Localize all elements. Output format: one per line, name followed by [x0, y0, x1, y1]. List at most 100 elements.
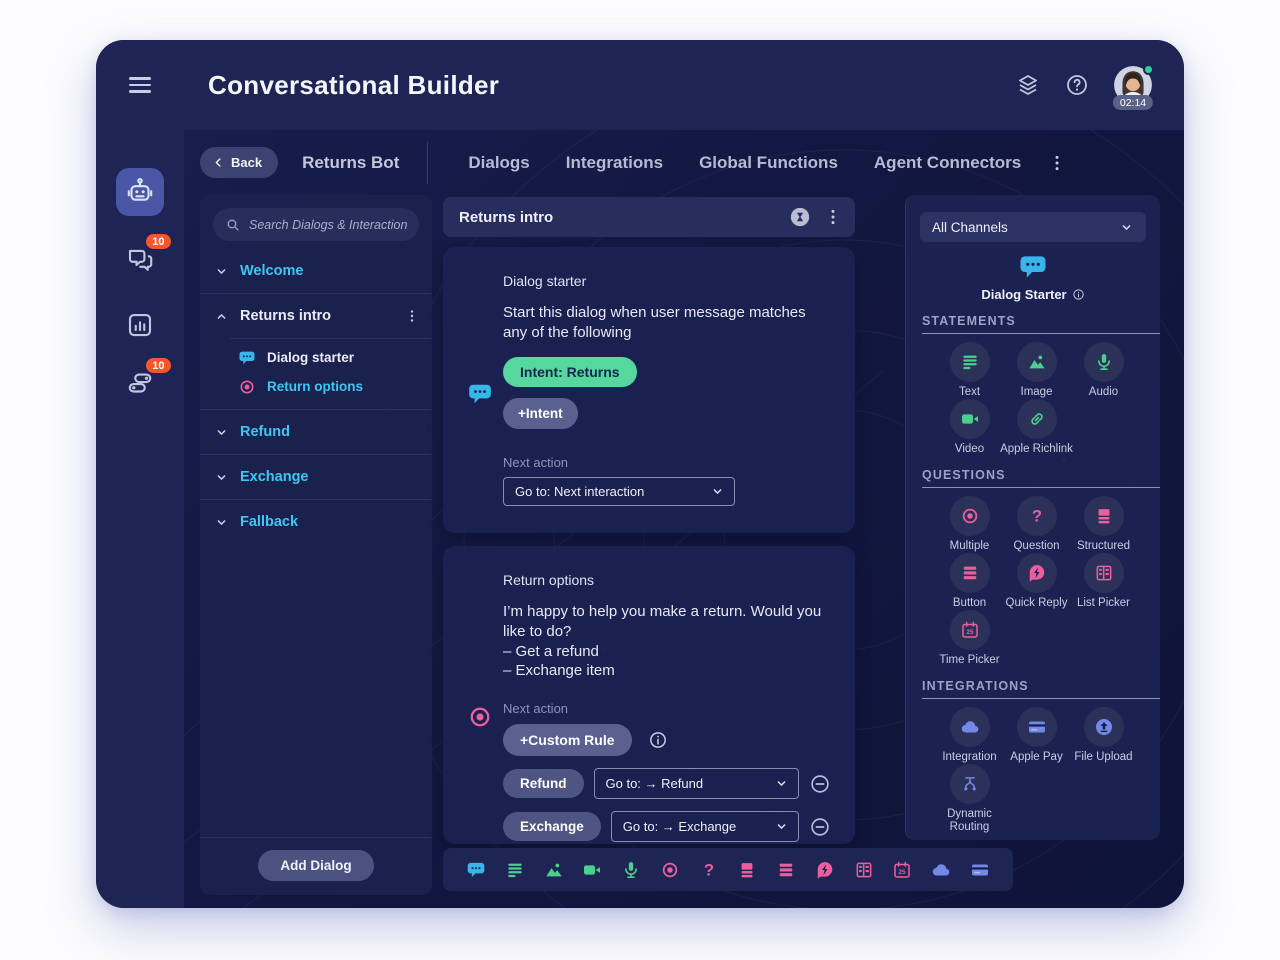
add-dialog-button[interactable]: Add Dialog [258, 850, 374, 881]
add-custom-rule-button[interactable]: +Custom Rule [503, 724, 632, 757]
rail-item-bot-builder[interactable] [116, 168, 164, 216]
next-action-select[interactable]: Go to: Next interaction [503, 476, 735, 506]
tree-item-returns-intro[interactable]: Returns intro [200, 294, 432, 338]
rail-item-analytics[interactable] [125, 310, 155, 340]
tree-label: Fallback [240, 514, 299, 530]
cloud-icon[interactable] [931, 860, 951, 880]
info-icon[interactable] [1072, 288, 1085, 301]
top-bar: Conversational Builder 02:14 [96, 40, 1184, 130]
multiple-choice-icon [467, 586, 493, 844]
tab-dialogs[interactable]: Dialogs [468, 153, 529, 173]
tab-integrations[interactable]: Integrations [566, 153, 663, 173]
card-icon [1027, 717, 1047, 737]
palette-item-dynamic-routing[interactable]: Dynamic Routing [936, 764, 1003, 833]
palette-item-audio[interactable]: Audio [1070, 342, 1137, 399]
question-icon[interactable]: ? [699, 860, 719, 880]
list-picker-icon [1094, 563, 1114, 583]
palette-item-apple-pay[interactable]: Apple Pay [1003, 707, 1070, 764]
palette-dialog-starter[interactable]: Dialog Starter [906, 252, 1160, 302]
intent-chip[interactable]: Intent: Returns [503, 356, 637, 387]
help-icon[interactable] [1065, 73, 1089, 97]
section-title-statements: STATEMENTS [922, 314, 1016, 328]
palette-item-list-picker[interactable]: List Picker [1070, 553, 1137, 610]
palette-item-question[interactable]: ? Question [1003, 496, 1070, 553]
tab-agent-connectors[interactable]: Agent Connectors [874, 153, 1021, 173]
add-intent-button[interactable]: +Intent [503, 397, 578, 429]
image-icon[interactable] [544, 860, 564, 880]
menu-icon[interactable] [129, 77, 151, 93]
tree-item-dialog-starter[interactable]: Dialog starter [200, 343, 432, 372]
button-icon [960, 563, 980, 583]
info-icon[interactable] [648, 730, 668, 750]
rail-item-conversations[interactable]: 10 [125, 234, 171, 274]
tree-item-return-options[interactable]: Return options [200, 372, 432, 401]
avatar[interactable]: 02:14 [1112, 64, 1154, 110]
structured-icon [1094, 506, 1114, 526]
palette-item-apple-richlink[interactable]: Apple Richlink [1000, 399, 1073, 456]
content-area: Back Returns Bot Dialogs Integrations Gl… [184, 130, 1184, 908]
palette-item-file-upload[interactable]: File Upload [1070, 707, 1137, 764]
tree-label: Exchange [240, 469, 309, 485]
search-box[interactable] [213, 208, 419, 241]
structured-icon[interactable] [737, 860, 757, 880]
palette-item-button[interactable]: Button [936, 553, 1003, 610]
search-input[interactable] [249, 217, 407, 232]
canvas-overflow-icon[interactable] [823, 207, 843, 227]
tree-item-fallback[interactable]: Fallback [200, 500, 432, 544]
next-action-label: Next action [503, 454, 569, 470]
multiple-choice-icon [960, 506, 980, 526]
interaction-toolbar: ? 25 [443, 848, 1013, 891]
layers-icon[interactable] [1016, 73, 1040, 97]
card-icon[interactable] [970, 860, 990, 880]
refund-goto-select[interactable]: Go to: → Refund [593, 768, 799, 800]
channel-select[interactable]: All Channels [920, 212, 1146, 242]
palette-item-video[interactable]: Video [936, 399, 1003, 456]
list-picker-icon[interactable] [854, 860, 874, 880]
svg-text:25: 25 [966, 629, 973, 636]
tree-label: Refund [240, 424, 290, 440]
palette-item-text[interactable]: Text [936, 342, 1003, 399]
remove-rule-icon[interactable] [809, 816, 831, 838]
questions-grid: Multiple ? Question Structured Button Qu… [906, 496, 1160, 667]
canvas-title: Returns intro [459, 208, 554, 226]
tree-sub-label: Return options [267, 379, 363, 394]
return-options-card: Return options I’m happy to help you mak… [443, 546, 855, 844]
palette-item-integration[interactable]: Integration [936, 707, 1003, 764]
refund-rule-pill[interactable]: Refund [503, 769, 584, 799]
chevron-left-icon [212, 156, 225, 169]
audio-icon [1094, 352, 1114, 372]
select-value: Go to: → Refund [605, 776, 704, 792]
palette-item-multiple[interactable]: Multiple [936, 496, 1003, 553]
remove-rule-icon[interactable] [809, 773, 831, 795]
time-picker-icon[interactable]: 25 [892, 860, 912, 880]
tab-global-functions[interactable]: Global Functions [699, 153, 838, 173]
rail-item-automations[interactable]: 10 [125, 358, 171, 398]
select-value: Go to: Next interaction [515, 483, 645, 499]
palette-item-image[interactable]: Image [1003, 342, 1070, 399]
quick-reply-icon[interactable] [815, 860, 835, 880]
exchange-goto-select[interactable]: Go to: → Exchange [610, 811, 799, 843]
palette-item-time-picker[interactable]: 25 Time Picker [936, 610, 1003, 667]
audio-icon[interactable] [621, 860, 641, 880]
palette-item-quick-reply[interactable]: Quick Reply [1003, 553, 1070, 610]
tree-item-exchange[interactable]: Exchange [200, 455, 432, 499]
chevron-down-icon [214, 470, 229, 485]
cloud-icon [960, 717, 980, 737]
palette-item-structured[interactable]: Structured [1070, 496, 1137, 553]
tree-item-welcome[interactable]: Welcome [200, 249, 432, 293]
svg-text:?: ? [704, 860, 714, 879]
nav-overflow-icon[interactable] [1047, 153, 1067, 173]
video-icon[interactable] [582, 860, 602, 880]
button-icon[interactable] [776, 860, 796, 880]
text-icon[interactable] [505, 860, 525, 880]
exchange-rule-pill[interactable]: Exchange [503, 812, 601, 842]
tree-overflow-icon[interactable] [404, 308, 420, 324]
palette-starter-label: Dialog Starter [981, 287, 1067, 302]
hourglass-icon[interactable] [789, 206, 811, 228]
next-action-label: Next action [503, 701, 569, 717]
integrations-grid: Integration Apple Pay File Upload Dynami… [906, 707, 1160, 833]
dialog-starter-icon[interactable] [466, 860, 486, 880]
back-button[interactable]: Back [200, 147, 279, 178]
tree-item-refund[interactable]: Refund [200, 410, 432, 454]
multiple-choice-icon[interactable] [660, 860, 680, 880]
